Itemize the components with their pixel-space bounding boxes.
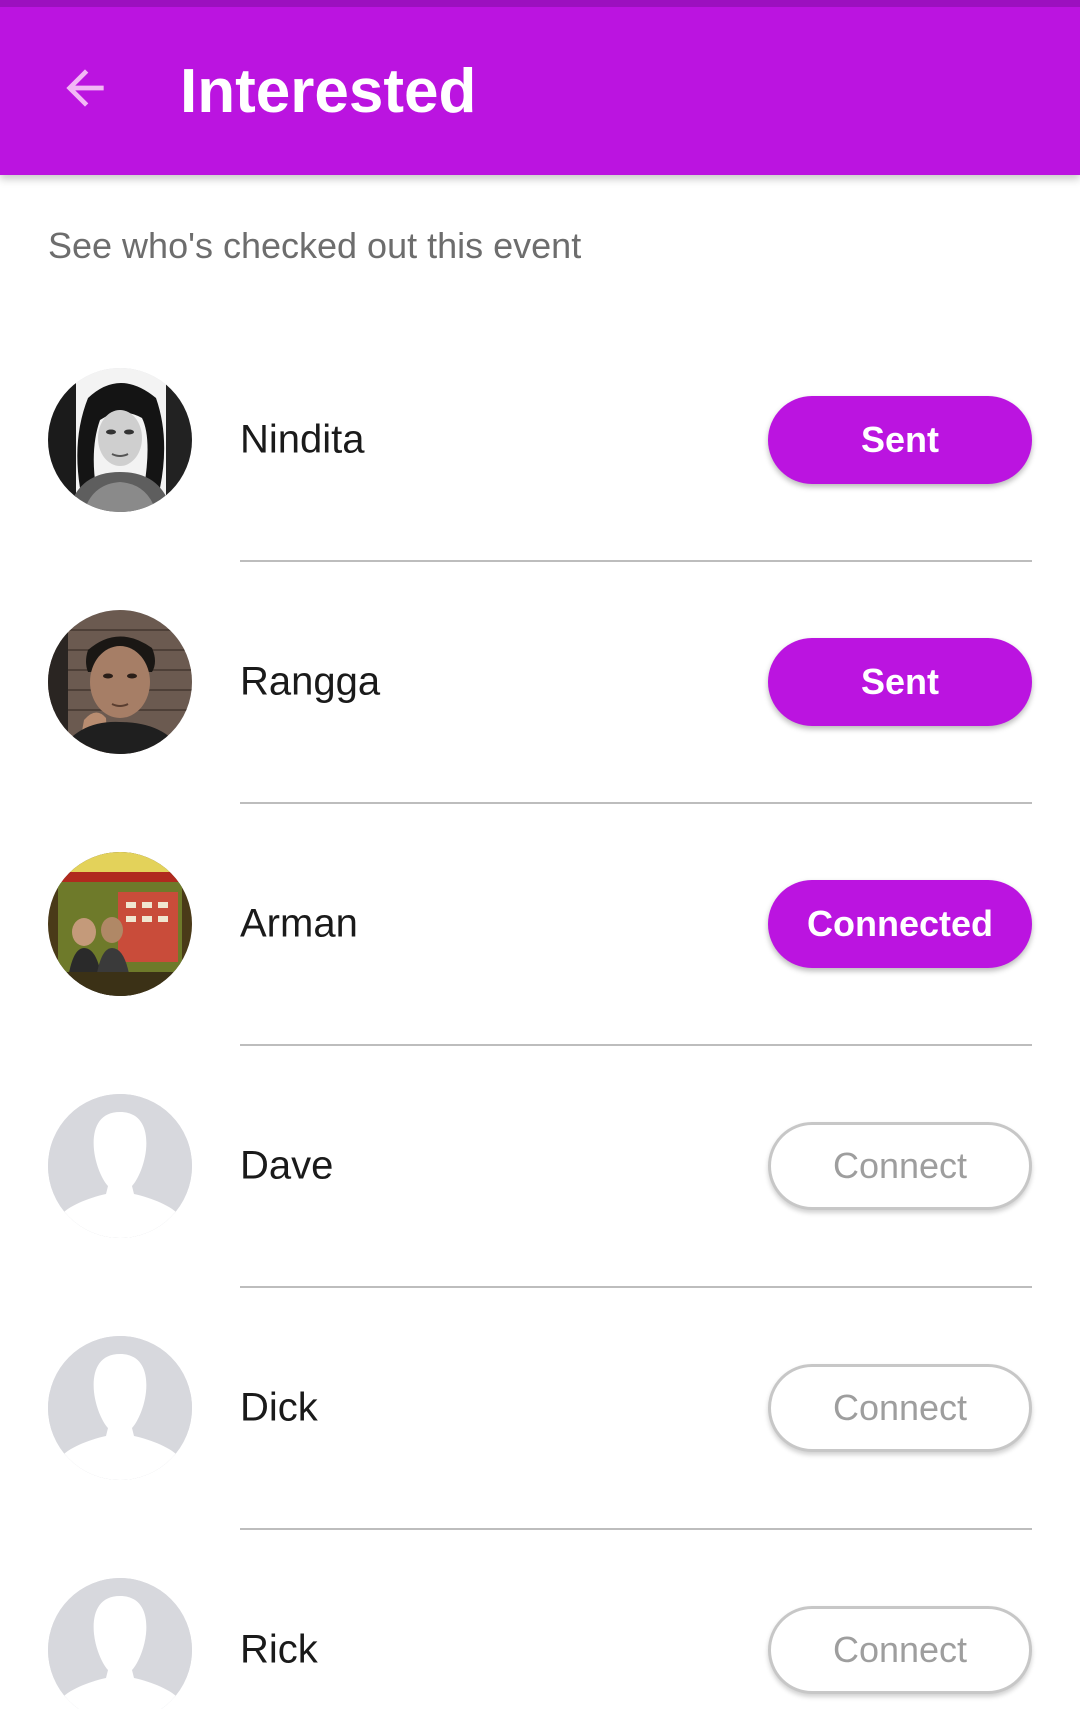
avatar xyxy=(48,1578,192,1709)
placeholder-person-icon xyxy=(48,1094,192,1238)
page-subtitle: See who's checked out this event xyxy=(48,225,582,266)
arrow-left-icon xyxy=(57,60,113,121)
divider xyxy=(240,1286,1032,1288)
avatar xyxy=(48,368,192,512)
person-name: Arman xyxy=(240,901,358,946)
connected-button[interactable]: Connected xyxy=(768,880,1032,968)
divider xyxy=(240,560,1032,562)
divider xyxy=(240,1044,1032,1046)
list-item[interactable]: Dave Connect xyxy=(0,1068,1080,1310)
connect-button[interactable]: Connect xyxy=(768,1606,1032,1694)
sent-button[interactable]: Sent xyxy=(768,396,1032,484)
sent-button[interactable]: Sent xyxy=(768,638,1032,726)
back-button[interactable] xyxy=(40,45,130,135)
person-name: Rick xyxy=(240,1627,318,1672)
connect-button[interactable]: Connect xyxy=(768,1122,1032,1210)
page-title: Interested xyxy=(180,57,477,126)
interested-people-list: Nindita Sent Rangga Sent Arman Connected… xyxy=(0,342,1080,1709)
avatar xyxy=(48,1336,192,1480)
list-item[interactable]: Dick Connect xyxy=(0,1310,1080,1552)
connect-button[interactable]: Connect xyxy=(768,1364,1032,1452)
placeholder-person-icon xyxy=(48,1578,192,1709)
interested-screen: Interested See who's checked out this ev… xyxy=(0,0,1080,1709)
avatar xyxy=(48,1094,192,1238)
divider xyxy=(240,802,1032,804)
list-item[interactable]: Arman Connected xyxy=(0,826,1080,1068)
app-bar: Interested xyxy=(0,0,1080,175)
list-item[interactable]: Rick Connect xyxy=(0,1552,1080,1709)
avatar xyxy=(48,852,192,996)
placeholder-person-icon xyxy=(48,1336,192,1480)
list-item[interactable]: Nindita Sent xyxy=(0,342,1080,584)
list-item[interactable]: Rangga Sent xyxy=(0,584,1080,826)
person-name: Dave xyxy=(240,1143,334,1188)
divider xyxy=(240,1528,1032,1530)
person-name: Rangga xyxy=(240,659,381,704)
avatar xyxy=(48,610,192,754)
person-name: Nindita xyxy=(240,417,365,462)
person-name: Dick xyxy=(240,1385,318,1430)
status-bar-strip xyxy=(0,0,1080,7)
